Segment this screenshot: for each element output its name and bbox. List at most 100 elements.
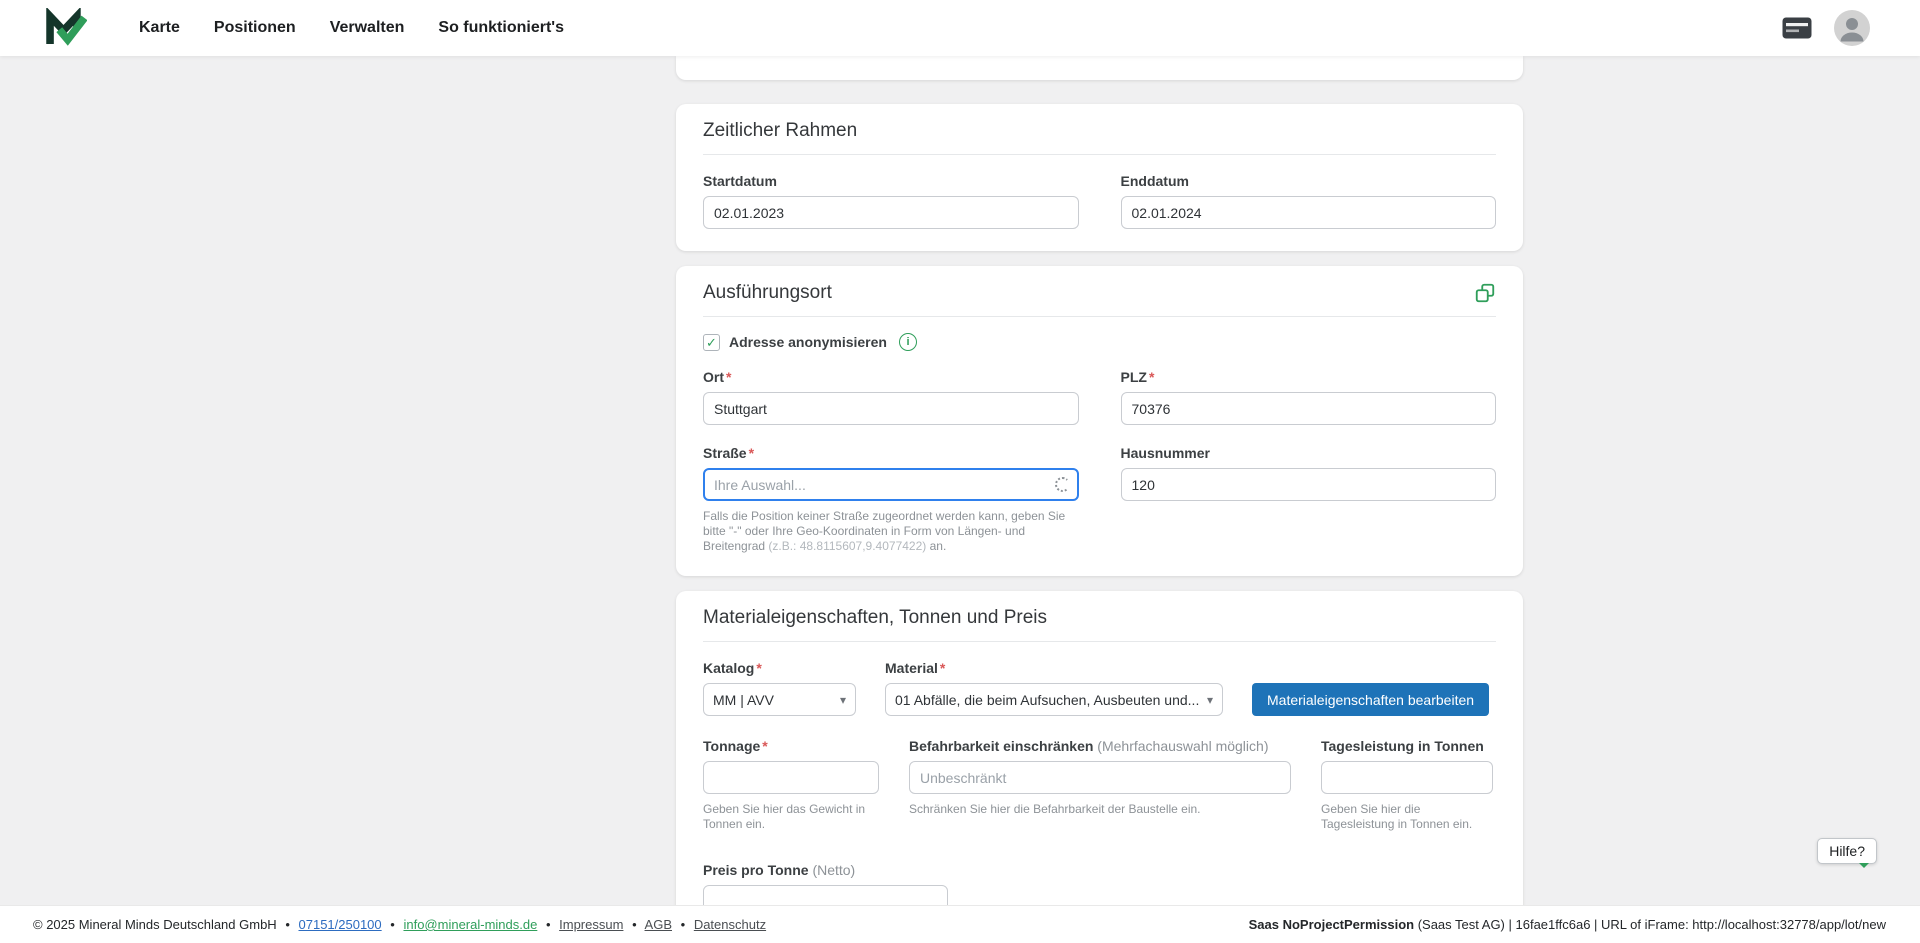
tonnage-label-text: Tonnage [703,738,760,754]
material-card-body: Katalog* MM | AVV ▾ Material* 01 Abfälle… [676,660,1523,940]
strasse-label: Straße* [703,445,1079,462]
plz-field: PLZ* [1121,369,1497,425]
checkmark-icon: ✓ [706,336,717,349]
material-select[interactable]: 01 Abfälle, die beim Aufsuchen, Ausbeute… [885,683,1223,716]
footer-separator: • [390,917,395,932]
tonnage-field: Tonnage* Geben Sie hier das Gewicht in T… [703,738,879,832]
tonnage-label: Tonnage* [703,738,879,755]
user-avatar[interactable] [1834,10,1870,46]
befahrbarkeit-label: Befahrbarkeit einschränken (Mehrfachausw… [909,738,1291,755]
footer: © 2025 Mineral Minds Deutschland GmbH • … [0,905,1920,943]
navbar-right [1782,10,1870,46]
material-value: 01 Abfälle, die beim Aufsuchen, Ausbeute… [895,692,1199,708]
footer-agb-link[interactable]: AGB [645,917,672,932]
strasse-field: Straße* Falls die Position keiner Straße… [703,445,1079,554]
timeframe-card-title: Zeitlicher Rahmen [703,119,857,142]
plz-label: PLZ* [1121,369,1497,386]
startdatum-input[interactable] [703,196,1079,229]
footer-env-name: Saas NoProjectPermission [1249,917,1414,932]
required-marker: * [940,660,945,676]
katalog-select[interactable]: MM | AVV ▾ [703,683,856,716]
card-reader-icon[interactable] [1782,17,1812,39]
previous-card-bottom [676,56,1523,80]
preis-label-note: (Netto) [812,862,855,878]
nav-item-so-funktionierts[interactable]: So funktioniert's [438,19,564,37]
location-card-body: ✓ Adresse anonymisieren i Ort* PLZ* [676,333,1523,576]
footer-email-link[interactable]: info@mineral-minds.de [403,917,537,932]
katalog-field: Katalog* MM | AVV ▾ [703,660,856,716]
befahrbarkeit-field: Befahrbarkeit einschränken (Mehrfachausw… [909,738,1291,817]
plz-input[interactable] [1121,392,1497,425]
hausnummer-field: Hausnummer [1121,445,1497,501]
anonymize-label: Adresse anonymisieren [729,334,887,350]
enddatum-input[interactable] [1121,196,1497,229]
strasse-hint-suffix: an. [926,539,946,553]
katalog-label-text: Katalog [703,660,754,676]
footer-separator: • [546,917,551,932]
ort-label-text: Ort [703,369,724,385]
footer-separator: • [285,917,290,932]
strasse-hint: Falls die Position keiner Straße zugeord… [703,509,1079,554]
material-field: Material* 01 Abfälle, die beim Aufsuchen… [885,660,1223,716]
ort-field: Ort* [703,369,1079,425]
startdatum-label: Startdatum [703,173,1079,190]
required-marker: * [1149,369,1154,385]
enddatum-field: Enddatum [1121,173,1497,229]
mineral-minds-logo-icon[interactable] [45,8,87,48]
strasse-label-text: Straße [703,445,747,461]
help-button[interactable]: Hilfe? [1817,838,1877,864]
footer-phone-link[interactable]: 07151/250100 [299,917,382,932]
tagesleistung-hint: Geben Sie hier die Tagesleistung in Tonn… [1321,802,1493,832]
location-card-title: Ausführungsort [703,281,832,304]
befahrbarkeit-input[interactable] [909,761,1291,794]
loading-spinner-icon [1055,477,1070,492]
startdatum-field: Startdatum [703,173,1079,229]
preis-label-text: Preis pro Tonne [703,862,809,878]
anonymize-row: ✓ Adresse anonymisieren i [703,333,1496,351]
tonnage-input[interactable] [703,761,879,794]
material-label-text: Material [885,660,938,676]
preis-label: Preis pro Tonne (Netto) [703,862,948,879]
enddatum-label: Enddatum [1121,173,1497,190]
catalog-material-row: Katalog* MM | AVV ▾ Material* 01 Abfälle… [703,660,1496,716]
duplicate-icon[interactable] [1474,282,1496,304]
logo-graphic [45,8,87,48]
hausnummer-label: Hausnummer [1121,445,1497,462]
tonnage-hint: Geben Sie hier das Gewicht in Tonnen ein… [703,802,879,832]
chevron-down-icon: ▾ [1207,693,1213,707]
timeframe-card: Zeitlicher Rahmen Startdatum Enddatum [676,104,1523,251]
befahrbarkeit-hint: Schränken Sie hier die Befahrbarkeit der… [909,802,1291,817]
tagesleistung-field: Tagesleistung in Tonnen Geben Sie hier d… [1321,738,1493,832]
top-navbar: Karte Positionen Verwalten So funktionie… [0,0,1920,56]
chevron-down-icon: ▾ [840,693,846,707]
form-container: Zeitlicher Rahmen Startdatum Enddatum [676,56,1523,940]
material-card: Materialeigenschaften, Tonnen und Preis … [676,591,1523,940]
required-marker: * [762,738,767,754]
strasse-hint-coords: (z.B.: 48.8115607,9.4077422) [768,539,926,553]
required-marker: * [756,660,761,676]
plz-label-text: PLZ [1121,369,1147,385]
required-marker: * [726,369,731,385]
nav-item-karte[interactable]: Karte [139,19,180,37]
required-marker: * [749,445,754,461]
befahrbarkeit-label-note: (Mehrfachauswahl möglich) [1097,738,1268,754]
tonnage-row: Tonnage* Geben Sie hier das Gewicht in T… [703,738,1496,832]
footer-datenschutz-link[interactable]: Datenschutz [694,917,766,932]
strasse-input[interactable] [703,468,1079,501]
nav-item-positionen[interactable]: Positionen [214,19,296,37]
tagesleistung-label: Tagesleistung in Tonnen [1321,738,1493,755]
material-card-header: Materialeigenschaften, Tonnen und Preis [703,591,1496,642]
footer-copyright: © 2025 Mineral Minds Deutschland GmbH [33,917,277,932]
katalog-label: Katalog* [703,660,856,677]
edit-material-properties-button[interactable]: Materialeigenschaften bearbeiten [1252,683,1489,716]
katalog-value: MM | AVV [713,692,774,708]
nav-item-verwalten[interactable]: Verwalten [330,19,405,37]
info-icon[interactable]: i [899,333,917,351]
footer-impressum-link[interactable]: Impressum [559,917,623,932]
ort-input[interactable] [703,392,1079,425]
ort-label: Ort* [703,369,1079,386]
anonymize-checkbox[interactable]: ✓ [703,334,720,351]
location-card-header: Ausführungsort [703,266,1496,317]
hausnummer-input[interactable] [1121,468,1497,501]
tagesleistung-input[interactable] [1321,761,1493,794]
